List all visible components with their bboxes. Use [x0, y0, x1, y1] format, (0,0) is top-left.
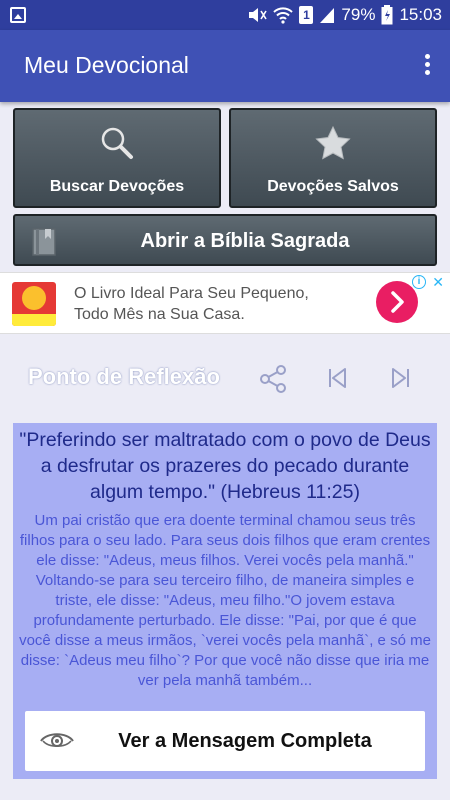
ad-arrow-button[interactable] [376, 281, 418, 323]
devotional-excerpt: Um pai cristão que era doente terminal c… [19, 512, 431, 689]
chevron-right-icon [391, 291, 404, 313]
reflection-title: Ponto de Reflexão [28, 364, 220, 389]
sim-badge: 1 [299, 6, 314, 24]
ad-logo [12, 282, 56, 326]
search-icon [101, 127, 133, 159]
verse-text: "Preferindo ser maltratado com o povo de… [19, 429, 431, 503]
gallery-icon [10, 7, 26, 23]
mute-icon [249, 8, 268, 22]
search-devotions-label: Buscar Devoções [49, 178, 185, 195]
overflow-menu-icon[interactable] [422, 54, 432, 80]
open-bible-button[interactable]: Abrir a Bíblia Sagrada [13, 214, 437, 266]
battery-percent: 79% [341, 5, 376, 24]
share-icon[interactable] [258, 364, 288, 394]
star-icon [315, 126, 351, 160]
ad-close-icon[interactable]: ✕ [432, 274, 444, 291]
verse-card: "Preferindo ser maltratado com o povo de… [13, 423, 437, 779]
signal-icon [320, 8, 335, 23]
ad-line-1: O Livro Ideal Para Seu Pequeno, [74, 285, 309, 302]
saved-devotions-button[interactable]: Devoções Salvos [229, 108, 437, 208]
clock: 15:03 [399, 5, 442, 24]
wifi-icon [273, 7, 294, 24]
search-devotions-button[interactable]: Buscar Devoções [13, 108, 221, 208]
next-icon[interactable] [388, 366, 412, 390]
view-full-message-label: Ver a Mensagem Completa [118, 730, 372, 752]
battery-icon [381, 5, 393, 25]
app-bar: Meu Devocional [0, 30, 450, 102]
view-full-message-button[interactable]: Ver a Mensagem Completa [25, 711, 425, 771]
previous-icon[interactable] [326, 366, 350, 390]
status-bar: 1 79% 15:03 [0, 0, 450, 30]
ad-text: O Livro Ideal Para Seu Pequeno, Todo Mês… [74, 283, 309, 325]
open-bible-label: Abrir a Bíblia Sagrada [140, 230, 350, 252]
status-indicators: 1 79% 15:03 [247, 0, 442, 30]
ad-line-2: Todo Mês na Sua Casa. [74, 306, 245, 323]
saved-devotions-label: Devoções Salvos [267, 178, 399, 195]
app-title: Meu Devocional [24, 52, 189, 78]
